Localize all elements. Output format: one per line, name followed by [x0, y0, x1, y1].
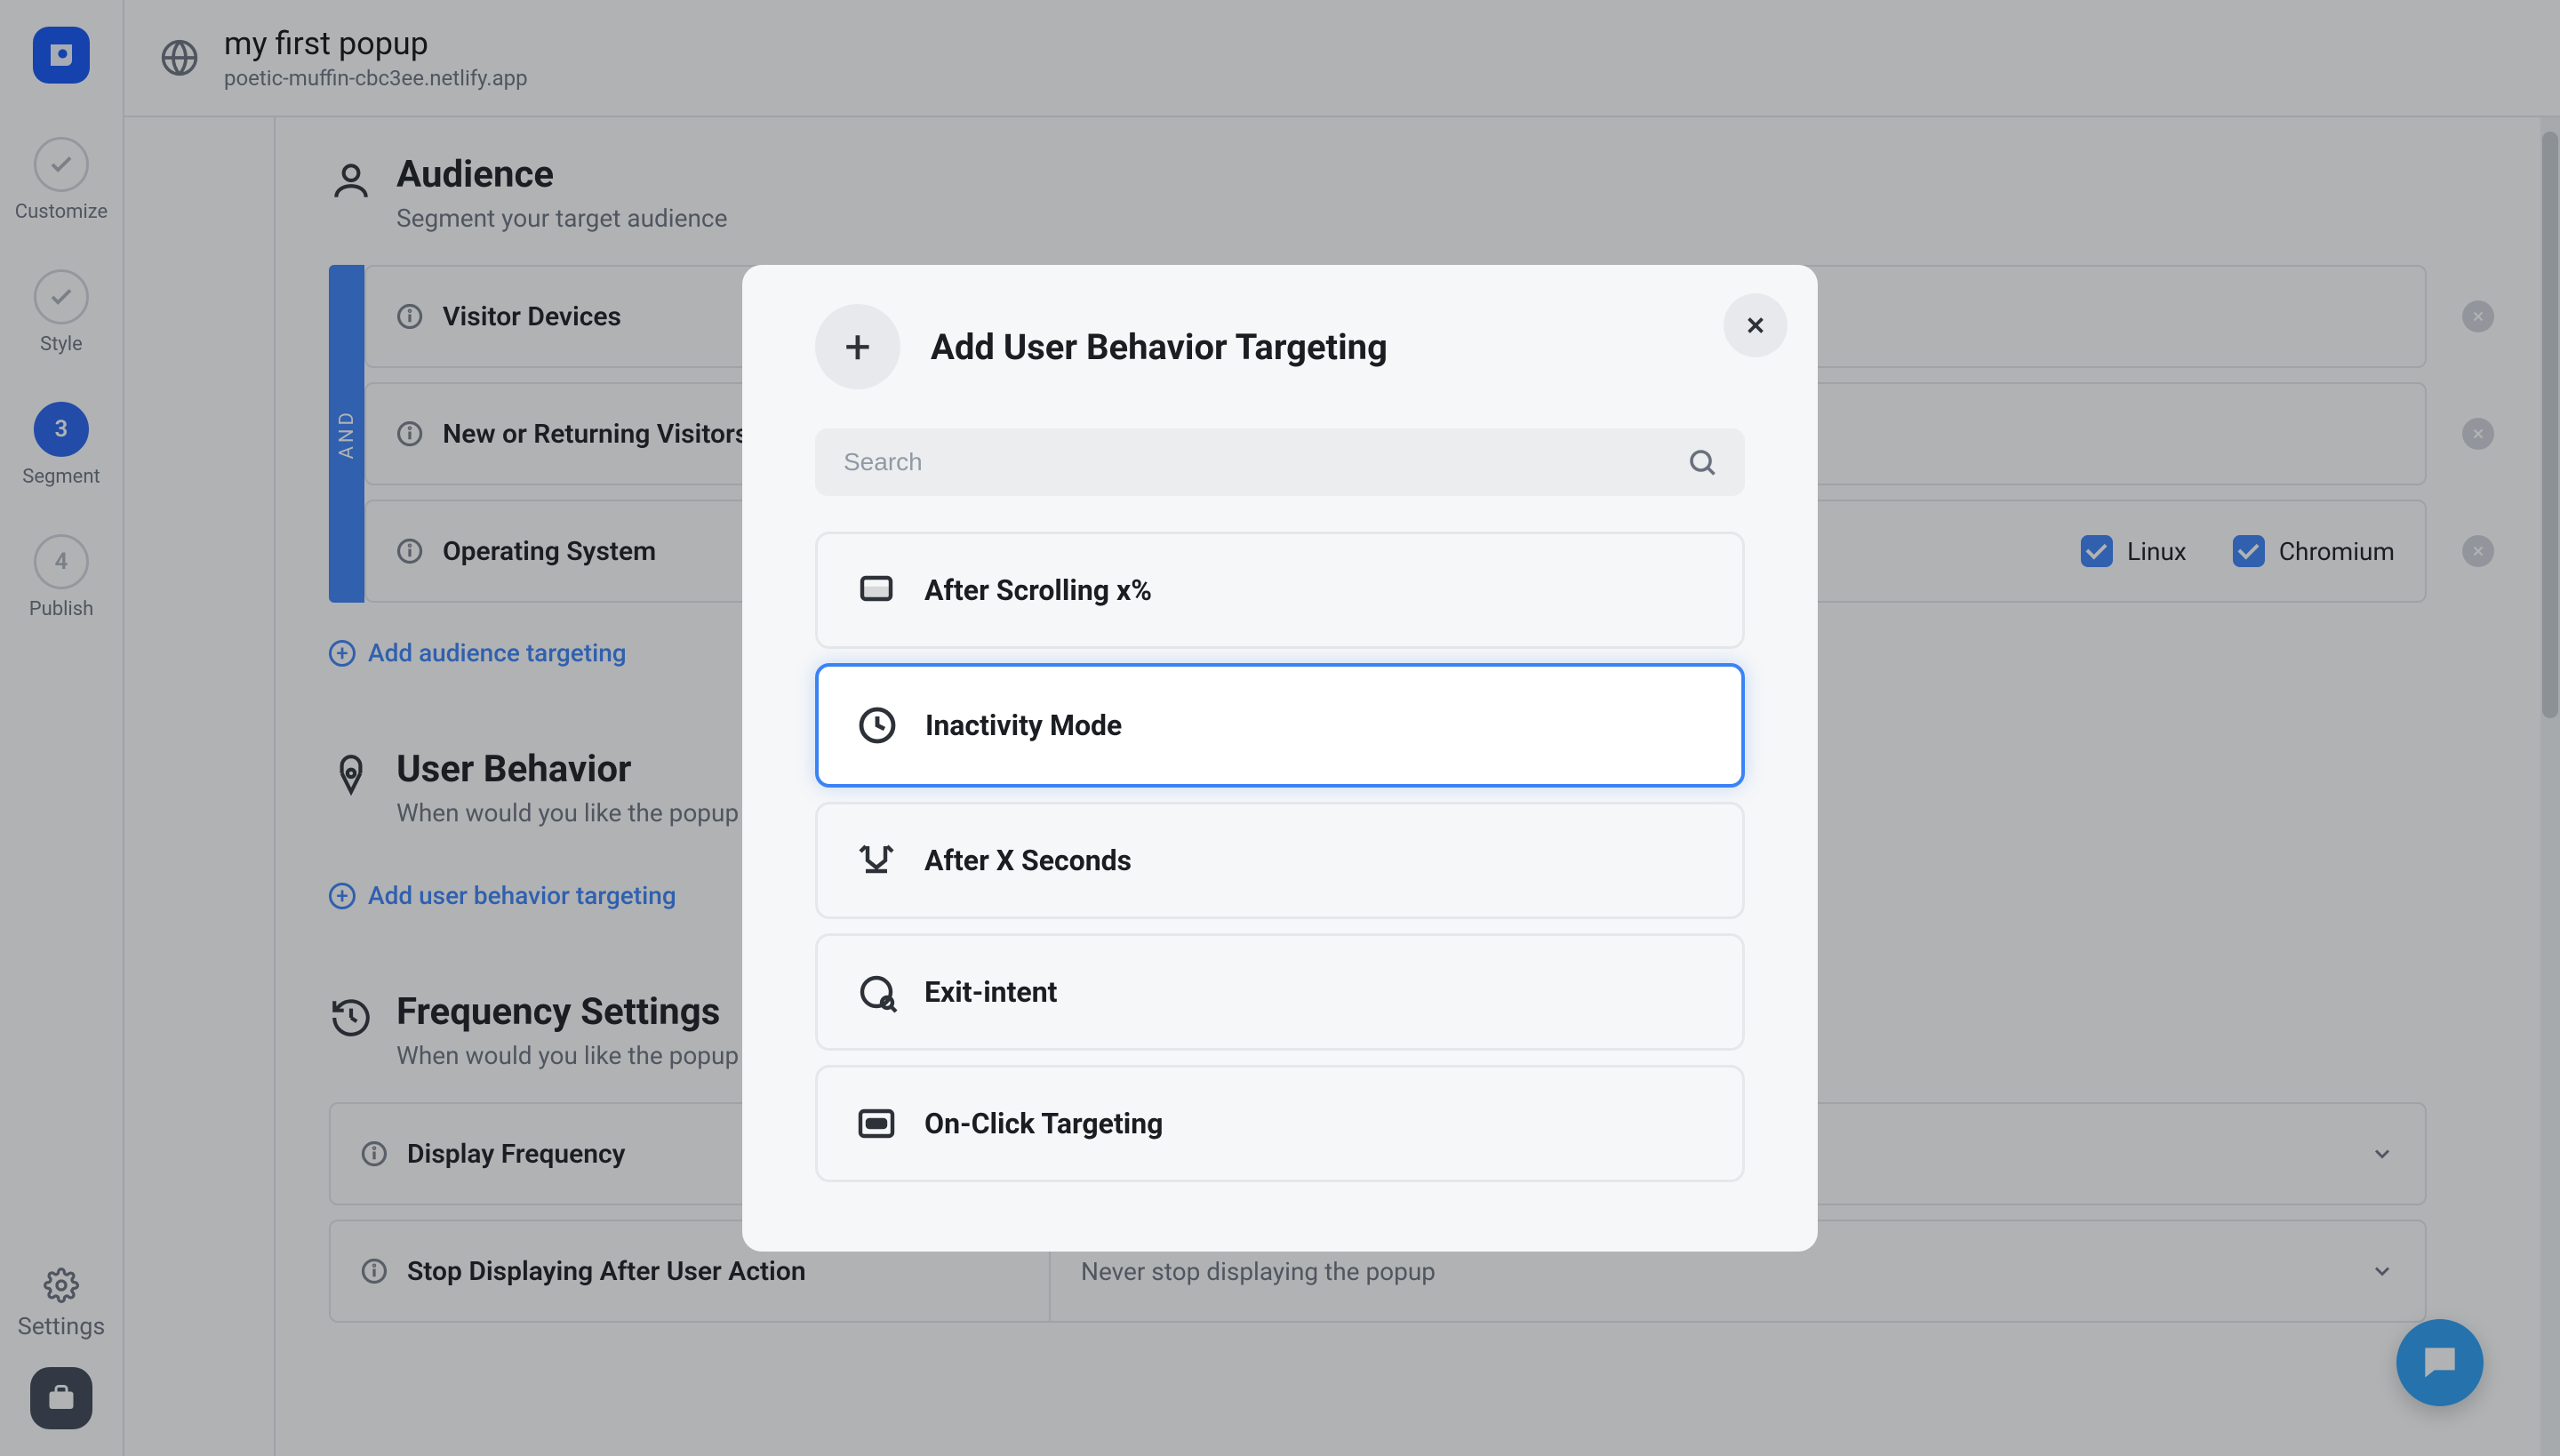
option-inactivity-mode[interactable]: Inactivity Mode [815, 663, 1745, 788]
search-field[interactable] [815, 428, 1745, 496]
add-behavior-modal: + Add User Behavior Targeting After Scro… [742, 265, 1818, 1252]
modal-title: Add User Behavior Targeting [931, 326, 1388, 368]
close-button[interactable] [1724, 293, 1788, 357]
exit-icon [855, 971, 898, 1013]
search-icon [1686, 446, 1718, 478]
option-exit-intent[interactable]: Exit-intent [815, 933, 1745, 1051]
option-after-scrolling[interactable]: After Scrolling x% [815, 532, 1745, 649]
timer-icon [855, 839, 898, 882]
option-on-click[interactable]: On-Click Targeting [815, 1065, 1745, 1182]
modal-overlay[interactable]: + Add User Behavior Targeting After Scro… [0, 0, 2560, 1456]
clock-icon [856, 704, 899, 747]
plus-icon: + [815, 304, 900, 389]
search-input[interactable] [842, 447, 1686, 477]
click-icon [855, 1102, 898, 1145]
scroll-icon [855, 569, 898, 612]
option-after-x-seconds[interactable]: After X Seconds [815, 802, 1745, 919]
